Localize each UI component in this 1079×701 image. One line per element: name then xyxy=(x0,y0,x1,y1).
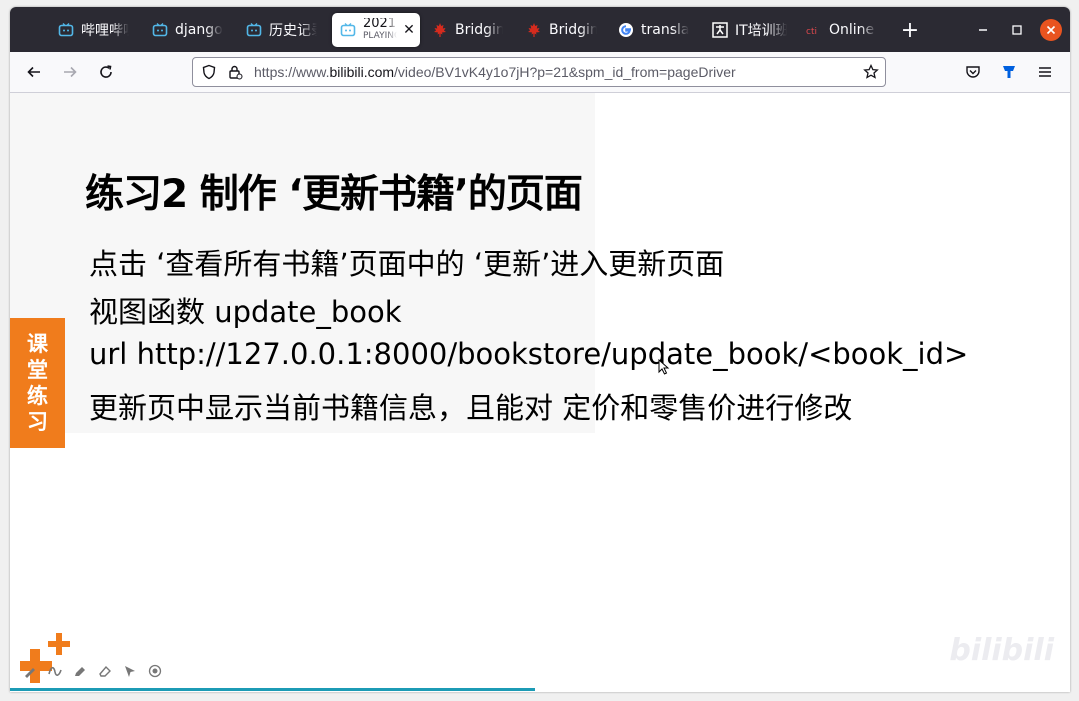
address-bar[interactable]: https://www.bilibili.com/video/BV1vK4y1o… xyxy=(192,57,886,87)
back-arrow-icon xyxy=(27,66,40,78)
progress-bar[interactable] xyxy=(10,688,535,691)
da-logo-icon xyxy=(712,22,728,38)
maximize-icon xyxy=(1012,25,1022,35)
tab-history[interactable]: 历史记录 xyxy=(246,13,317,47)
tab-bridging-2[interactable]: Bridging xyxy=(526,13,597,47)
bilibili-tv-icon xyxy=(152,22,168,38)
tab-playing-label: PLAYING xyxy=(363,31,397,41)
eraser-tool-icon[interactable] xyxy=(97,663,113,679)
bilibili-tv-icon xyxy=(58,22,74,38)
tab-bridging-1[interactable]: Bridging xyxy=(432,13,503,47)
bookmark-star-icon[interactable] xyxy=(863,63,879,84)
tab-title: IT培训班 xyxy=(735,23,787,39)
video-player[interactable]: 练习2 制作 ‘更新书籍’的页面 点击 ‘查看所有书籍’页面中的 ‘更新’进入更… xyxy=(10,93,1070,692)
badge-char: 堂 xyxy=(27,358,48,382)
extension-icon xyxy=(1003,66,1015,78)
extension-button[interactable] xyxy=(995,58,1023,86)
curve-tool-icon[interactable] xyxy=(47,663,63,679)
badge-text: 课堂练习 xyxy=(27,331,48,435)
forward-button[interactable] xyxy=(56,58,84,86)
tab-title: translat xyxy=(641,22,689,38)
bilibili-tv-icon xyxy=(340,22,356,38)
slide-line-1: 点击 ‘查看所有书籍’页面中的 ‘更新’进入更新页面 xyxy=(89,247,725,281)
hamburger-menu-icon xyxy=(1039,67,1051,77)
lock-icon[interactable] xyxy=(227,64,243,84)
badge-char: 课 xyxy=(27,332,48,356)
slide-line-3: url http://127.0.0.1:8000/bookstore/upda… xyxy=(89,337,969,371)
annotation-toolbar xyxy=(22,663,163,679)
pen-tool-icon[interactable] xyxy=(22,663,38,679)
pocket-icon xyxy=(966,66,980,78)
slide-title: 练习2 制作 ‘更新书籍’的页面 xyxy=(85,172,583,217)
google-icon xyxy=(618,22,634,38)
tab-active-video[interactable]: 2021 PLAYING ✕ xyxy=(332,13,420,47)
close-icon xyxy=(1046,25,1056,35)
tab-bar: 哔哩哔哩 django 历史记录 2021 PLAYING ✕ xyxy=(10,7,1070,52)
tab-online[interactable]: cti Online xyxy=(806,13,877,47)
mouse-cursor-icon xyxy=(658,359,670,375)
tab-title: Bridging xyxy=(455,22,503,38)
badge-char: 习 xyxy=(27,410,48,434)
forward-arrow-icon xyxy=(64,66,77,78)
url-path: /video/BV1vK4y1o7jH?p=21&spm_id_from=pag… xyxy=(394,64,736,80)
minimize-icon xyxy=(979,29,987,31)
tab-translate[interactable]: translat xyxy=(618,13,689,47)
tab-title: Online xyxy=(829,22,875,38)
minimize-button[interactable] xyxy=(972,19,994,41)
shield-icon[interactable] xyxy=(201,64,217,84)
url-text[interactable]: https://www.bilibili.com/video/BV1vK4y1o… xyxy=(254,64,736,80)
tab-title-group: 2021 PLAYING xyxy=(363,18,397,42)
bilibili-watermark: bilibili xyxy=(949,633,1054,668)
tab-it-training[interactable]: IT培训班 xyxy=(712,13,787,47)
badge-char: 练 xyxy=(27,384,48,408)
reload-button[interactable] xyxy=(92,58,120,86)
tab-title: django xyxy=(175,22,223,38)
menu-button[interactable] xyxy=(1031,58,1059,86)
cti-logo-icon: cti xyxy=(806,22,822,38)
url-prefix: https://www. xyxy=(254,64,330,80)
laser-tool-icon[interactable] xyxy=(147,663,163,679)
bilibili-tv-icon xyxy=(246,22,262,38)
browser-window: 哔哩哔哩 django 历史记录 2021 PLAYING ✕ xyxy=(10,7,1070,692)
slide-line-2: 视图函数 update_book xyxy=(89,295,402,329)
pocket-button[interactable] xyxy=(959,58,987,86)
maximize-button[interactable] xyxy=(1006,19,1028,41)
exercise-badge: 课堂练习 xyxy=(10,318,65,448)
maple-leaf-icon xyxy=(526,22,542,38)
pointer-tool-icon[interactable] xyxy=(122,663,138,679)
tab-title: 历史记录 xyxy=(269,23,317,39)
tab-bilibili-home[interactable]: 哔哩哔哩 xyxy=(58,13,129,47)
reload-icon xyxy=(100,65,112,78)
close-tab-icon[interactable]: ✕ xyxy=(401,22,417,38)
navigation-toolbar: https://www.bilibili.com/video/BV1vK4y1o… xyxy=(10,52,1070,93)
svg-text:cti: cti xyxy=(806,27,817,37)
new-tab-button[interactable]: + xyxy=(898,13,922,47)
tab-title: 2021 xyxy=(363,18,397,31)
close-window-button[interactable] xyxy=(1040,19,1062,41)
back-button[interactable] xyxy=(20,58,48,86)
maple-leaf-icon xyxy=(432,22,448,38)
tab-title: Bridging xyxy=(549,22,597,38)
slide-line-4: 更新页中显示当前书籍信息，且能对 定价和零售价进行修改 xyxy=(89,391,853,425)
url-host: bilibili.com xyxy=(329,64,395,80)
tab-title: 哔哩哔哩 xyxy=(81,23,129,39)
highlighter-tool-icon[interactable] xyxy=(72,663,88,679)
tab-django[interactable]: django xyxy=(152,13,223,47)
